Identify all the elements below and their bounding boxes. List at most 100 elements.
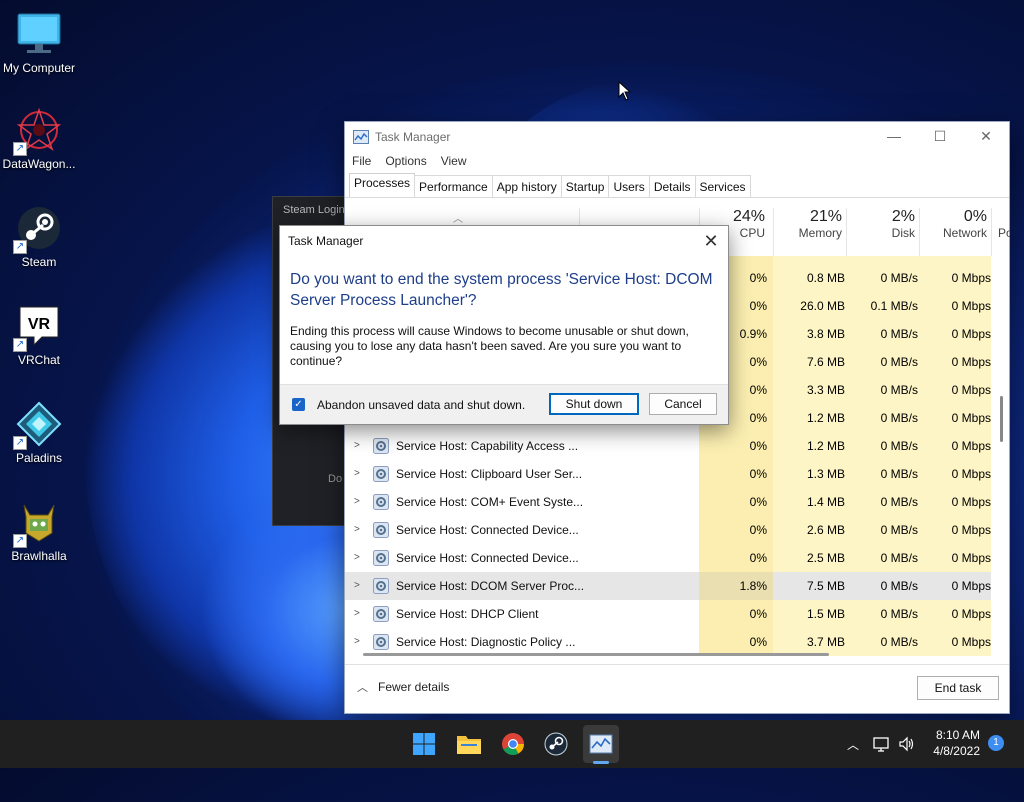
chevron-right-icon[interactable]: > [354, 600, 360, 628]
dialog-body: Ending this process will cause Windows t… [290, 324, 689, 368]
shortcut-arrow-icon: ↗ [13, 534, 27, 548]
chevron-right-icon[interactable]: > [354, 488, 360, 516]
tab-processes[interactable]: Processes [349, 173, 416, 197]
network-value: 0 Mbps [951, 607, 991, 621]
shortcut-arrow-icon: ↗ [13, 142, 27, 156]
abandon-data-checkbox[interactable]: ✓ [292, 398, 305, 411]
desktop-icon-paladins[interactable]: ↗ Paladins [0, 400, 78, 465]
chevron-right-icon[interactable]: > [354, 460, 360, 488]
mouse-cursor-icon [618, 81, 632, 101]
memory-label: Memory [798, 226, 842, 240]
chevron-right-icon[interactable]: > [354, 544, 360, 572]
shortcut-arrow-icon: ↗ [13, 338, 27, 352]
tab-app-history[interactable]: App history [491, 175, 562, 197]
sort-up-icon: ︿ [453, 214, 463, 225]
clock[interactable]: 8:10 AM 4/8/2022 [933, 727, 980, 759]
minimize-icon[interactable]: — [871, 128, 917, 145]
chevron-right-icon[interactable]: > [354, 432, 360, 460]
desktop-icon-datawagon[interactable]: ↗ DataWagon... [0, 106, 78, 171]
table-row[interactable]: > Service Host: COM+ Event Syste... 0% 1.4 … [345, 488, 991, 516]
chevron-right-icon[interactable]: > [354, 628, 360, 656]
desktop-icon-label: DataWagon... [2, 157, 76, 171]
active-app-indicator [593, 761, 609, 764]
table-row[interactable]: > Service Host: Diagnostic Policy ... 0% 3.… [345, 628, 991, 656]
tab-performance[interactable]: Performance [414, 175, 493, 197]
table-row[interactable]: > Service Host: Connected Device... 0% 2.5 … [345, 544, 991, 572]
notification-badge[interactable]: 1 [988, 735, 1004, 751]
task-manager-icon [589, 734, 613, 754]
horizontal-scrollbar[interactable] [363, 653, 829, 656]
chrome-icon[interactable] [499, 730, 527, 758]
disk-value: 0 MB/s [880, 523, 918, 537]
network-value: 0 Mbps [951, 299, 991, 313]
desktop-icon-steam[interactable]: ↗ Steam [0, 204, 78, 269]
fewer-details-button[interactable]: ︿ Fewer details [357, 679, 449, 695]
chevron-right-icon[interactable]: > [354, 516, 360, 544]
memory-value: 2.5 MB [806, 551, 845, 565]
cpu-value: 0% [749, 439, 767, 453]
column-header-network[interactable]: 0% Network [919, 208, 991, 256]
network-value: 0 Mbps [951, 551, 991, 565]
process-name: Service Host: Connected Device... [396, 551, 579, 565]
tab-services[interactable]: Services [694, 175, 751, 197]
disk-value: 0 MB/s [880, 635, 918, 649]
table-row[interactable]: > Service Host: Connected Device... 0% 2.6 … [345, 516, 991, 544]
process-name: Service Host: Diagnostic Policy ... [396, 635, 576, 649]
chevron-right-icon[interactable]: > [354, 572, 360, 600]
memory-value: 1.3 MB [806, 467, 845, 481]
maximize-icon[interactable]: ☐ [917, 128, 963, 145]
tab-startup[interactable]: Startup [560, 175, 610, 197]
cancel-button[interactable]: Cancel [649, 393, 717, 415]
start-icon[interactable] [410, 730, 438, 758]
disk-value: 0 MB/s [880, 551, 918, 565]
taskbar: ︿ 8:10 AM 4/8/2022 1 [0, 720, 1024, 768]
desktop-icon-my-computer[interactable]: My Computer [0, 10, 78, 75]
file-explorer-icon[interactable] [455, 730, 483, 758]
cpu-value: 0% [749, 467, 767, 481]
vertical-scrollbar[interactable] [1000, 396, 1003, 442]
menu-view[interactable]: View [441, 154, 467, 168]
desktop-icon-label: VRChat [17, 353, 61, 367]
table-row[interactable]: > Service Host: DHCP Client 0% 1.5 MB 0 MB/s… [345, 600, 991, 628]
show-hidden-icons[interactable]: ︿ [847, 720, 859, 768]
column-header-memory[interactable]: 21% Memory [773, 208, 846, 256]
cpu-value: 0% [749, 523, 767, 537]
desktop-icon-vrchat[interactable]: VR ↗ VRChat [0, 302, 78, 367]
shut-down-button[interactable]: Shut down [549, 393, 639, 415]
network-icon[interactable] [873, 720, 891, 768]
gear-icon [373, 606, 389, 622]
column-header-disk[interactable]: 2% Disk [846, 208, 919, 256]
column-header-power[interactable]: Po [991, 208, 1010, 256]
close-icon[interactable]: ✕ [700, 230, 722, 252]
menu-options[interactable]: Options [385, 154, 426, 168]
close-icon[interactable]: ✕ [963, 128, 1009, 145]
network-total: 0% [963, 208, 987, 225]
datawagon-icon: ↗ [13, 106, 63, 156]
table-row[interactable]: > Service Host: DCOM Server Proc... 1.8% 7.… [345, 572, 991, 600]
memory-value: 1.4 MB [806, 495, 845, 509]
title-bar[interactable]: Task Manager — ☐ ✕ [345, 122, 1009, 151]
process-name: Service Host: Clipboard User Ser... [396, 467, 583, 481]
disk-label: Disk [891, 226, 915, 240]
task-manager-taskbar-button[interactable] [583, 725, 619, 763]
tab-details[interactable]: Details [648, 175, 696, 197]
network-label: Network [942, 226, 987, 240]
steam-icon[interactable] [542, 730, 570, 758]
end-process-dialog[interactable]: Task Manager ✕ Do you want to end the sy… [279, 225, 729, 425]
desktop-icon-brawlhalla[interactable]: ↗ Brawlhalla [0, 498, 78, 563]
gear-icon [373, 438, 389, 454]
brawlhalla-icon: ↗ [13, 498, 63, 548]
menu-file[interactable]: File [352, 154, 371, 168]
steam-icon: ↗ [13, 204, 63, 254]
tab-users[interactable]: Users [608, 175, 650, 197]
volume-icon[interactable] [898, 720, 916, 768]
checkbox-label[interactable]: Abandon unsaved data and shut down. [317, 398, 525, 412]
table-row[interactable]: > Service Host: Capability Access ... 0% 1.… [345, 432, 991, 460]
dialog-heading: Do you want to end the system process 'S… [290, 271, 713, 309]
network-value: 0 Mbps [951, 383, 991, 397]
task-manager-icon [353, 129, 369, 144]
table-row[interactable]: > Service Host: Clipboard User Ser... 0% 1.… [345, 460, 991, 488]
end-task-button[interactable]: End task [917, 676, 999, 700]
gear-icon [373, 522, 389, 538]
vrchat-icon: VR ↗ [13, 302, 63, 352]
